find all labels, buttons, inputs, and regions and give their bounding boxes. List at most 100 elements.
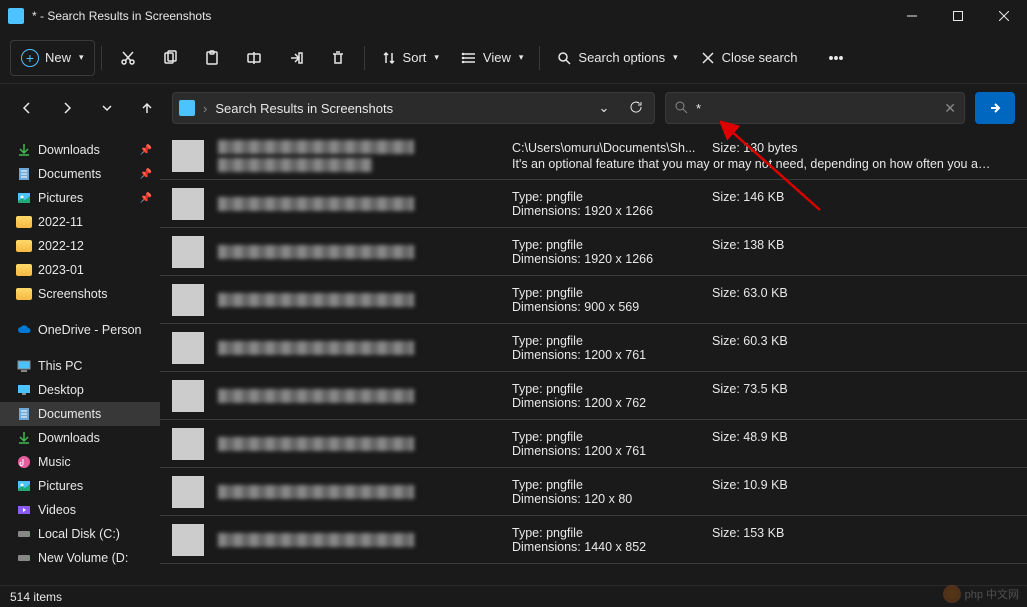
filename (218, 389, 498, 403)
sidebar-item-label: New Volume (D: (38, 551, 128, 565)
filename (218, 341, 498, 355)
sidebar-item[interactable]: Desktop (0, 378, 160, 402)
file-size: 153 KB (743, 526, 784, 540)
close-icon (700, 50, 716, 66)
sidebar-item-label: 2022-12 (38, 239, 84, 253)
separator (539, 46, 540, 70)
sidebar-item[interactable]: Downloads (0, 426, 160, 450)
thumbnail (172, 428, 204, 460)
file-type: pngfile (546, 382, 583, 396)
back-button[interactable] (12, 93, 42, 123)
sidebar-item[interactable]: Documents📌 (0, 162, 160, 186)
sort-button[interactable]: Sort ▾ (371, 40, 449, 76)
disk-icon (16, 550, 32, 566)
copy-button[interactable] (150, 40, 190, 76)
more-button[interactable] (816, 40, 856, 76)
dl-icon (16, 142, 32, 158)
up-button[interactable] (132, 93, 162, 123)
file-size: 48.9 KB (743, 430, 787, 444)
result-row[interactable]: Type: pngfileDimensions: 120 x 80Size: 1… (160, 468, 1027, 516)
file-dimensions: 1200 x 762 (584, 396, 646, 410)
result-row[interactable]: Type: pngfileDimensions: 1200 x 761Size:… (160, 324, 1027, 372)
thumbnail (172, 140, 204, 172)
filename (218, 533, 498, 547)
close-search-button[interactable]: Close search (690, 40, 808, 76)
pc-icon (16, 358, 32, 374)
result-row[interactable]: Type: pngfileDimensions: 1920 x 1266Size… (160, 228, 1027, 276)
dimensions-label: Dimensions: (512, 204, 581, 218)
close-search-label: Close search (722, 50, 798, 65)
filename (218, 140, 498, 172)
watermark: php 中文网 (943, 585, 1019, 603)
plus-icon: + (21, 49, 39, 67)
result-row[interactable]: Type: pngfileDimensions: 1200 x 761Size:… (160, 420, 1027, 468)
file-dimensions: 900 x 569 (584, 300, 639, 314)
result-row[interactable]: Type: pngfileDimensions: 1200 x 762Size:… (160, 372, 1027, 420)
refresh-button[interactable] (624, 100, 648, 117)
sidebar-item[interactable]: Screenshots (0, 282, 160, 306)
result-row[interactable]: Type: pngfileDimensions: 900 x 569Size: … (160, 276, 1027, 324)
sidebar-item[interactable]: Pictures (0, 474, 160, 498)
folder-icon (16, 288, 32, 300)
new-button[interactable]: + New ▾ (10, 40, 95, 76)
paste-button[interactable] (192, 40, 232, 76)
sidebar-item[interactable]: Music (0, 450, 160, 474)
search-go-button[interactable] (975, 92, 1015, 124)
search-input[interactable]: * ✕ (665, 92, 965, 124)
address-bar[interactable]: › Search Results in Screenshots ⌄ (172, 92, 655, 124)
search-icon (674, 100, 688, 117)
cut-button[interactable] (108, 40, 148, 76)
type-label: Type: (512, 430, 543, 444)
sidebar-item[interactable]: 2023-01 (0, 258, 160, 282)
close-button[interactable] (981, 0, 1027, 32)
thumbnail (172, 332, 204, 364)
recent-button[interactable] (92, 93, 122, 123)
sidebar-item[interactable]: 2022-11 (0, 210, 160, 234)
sidebar-item[interactable]: Downloads📌 (0, 138, 160, 162)
desk-icon (16, 382, 32, 398)
file-size: 10.9 KB (743, 478, 787, 492)
type-label: Type: (512, 238, 543, 252)
delete-button[interactable] (318, 40, 358, 76)
sidebar-item[interactable]: 2022-12 (0, 234, 160, 258)
forward-button[interactable] (52, 93, 82, 123)
sidebar-item[interactable]: Videos (0, 498, 160, 522)
clear-search-button[interactable]: ✕ (944, 100, 956, 117)
file-dimensions: 1920 x 1266 (584, 252, 653, 266)
file-type: pngfile (546, 526, 583, 540)
result-row[interactable]: Type: pngfileDimensions: 1440 x 852Size:… (160, 516, 1027, 564)
file-type: pngfile (546, 430, 583, 444)
sidebar-item-label: Pictures (38, 479, 83, 493)
size-label: Size: (712, 430, 740, 444)
file-type: pngfile (546, 334, 583, 348)
dl-icon (16, 430, 32, 446)
doc-icon (16, 166, 32, 182)
app-icon (8, 8, 24, 24)
maximize-button[interactable] (935, 0, 981, 32)
type-label: Type: (512, 478, 543, 492)
size-label: Size: (712, 478, 740, 492)
address-dropdown[interactable]: ⌄ (592, 100, 616, 116)
results-list[interactable]: C:\Users\omuru\Documents\Sh...Size: 130 … (160, 132, 1027, 585)
pin-icon: 📌 (140, 169, 152, 180)
rename-button[interactable] (234, 40, 274, 76)
file-type: pngfile (546, 238, 583, 252)
type-label: Type: (512, 190, 543, 204)
sidebar-item[interactable]: This PC (0, 354, 160, 378)
dimensions-label: Dimensions: (512, 492, 581, 506)
view-button[interactable]: View ▾ (451, 40, 533, 76)
sidebar-item[interactable]: New Volume (D: (0, 546, 160, 570)
file-dimensions: 1440 x 852 (584, 540, 646, 554)
sidebar-item[interactable]: Pictures📌 (0, 186, 160, 210)
share-button[interactable] (276, 40, 316, 76)
search-options-button[interactable]: Search options ▾ (546, 40, 687, 76)
pin-icon: 📌 (140, 145, 152, 156)
thumbnail (172, 284, 204, 316)
minimize-button[interactable] (889, 0, 935, 32)
sidebar-item[interactable]: OneDrive - Person (0, 318, 160, 342)
result-row[interactable]: Type: pngfileDimensions: 1920 x 1266Size… (160, 180, 1027, 228)
result-row[interactable]: C:\Users\omuru\Documents\Sh...Size: 130 … (160, 132, 1027, 180)
thumbnail (172, 236, 204, 268)
sidebar-item[interactable]: Documents (0, 402, 160, 426)
sidebar-item[interactable]: Local Disk (C:) (0, 522, 160, 546)
